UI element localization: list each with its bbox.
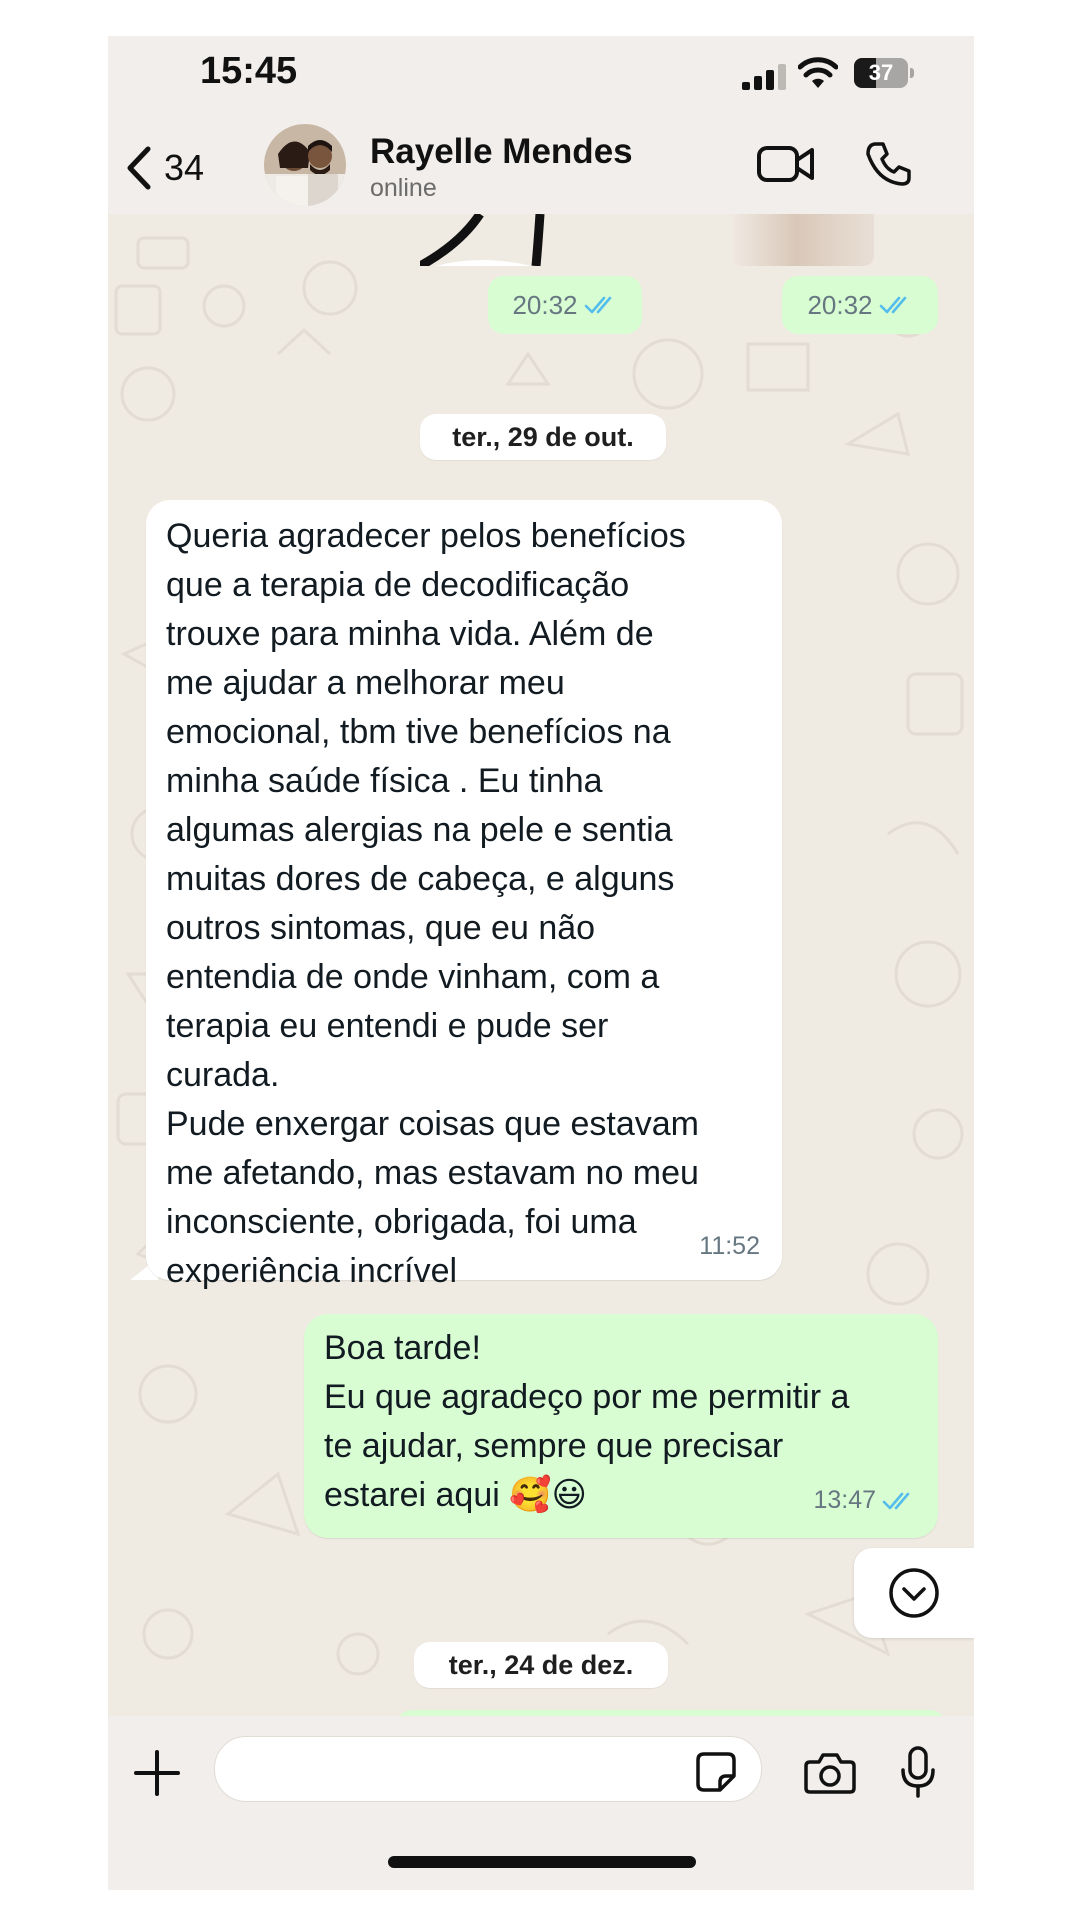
shared-image[interactable] — [420, 214, 564, 266]
read-ticks-icon — [879, 296, 906, 314]
sticker-icon[interactable] — [696, 1752, 736, 1792]
video-camera-icon[interactable] — [756, 142, 816, 186]
read-ticks-icon — [882, 1492, 910, 1509]
timestamp: 13:47 — [813, 1486, 876, 1514]
message-text: Queria agradecer pelos benefícios que a … — [166, 517, 699, 1290]
back-button[interactable]: 34 — [124, 140, 204, 196]
microphone-icon[interactable] — [900, 1746, 936, 1798]
message-time: 11:52 — [699, 1232, 760, 1261]
message-input-bar — [108, 1716, 974, 1890]
contact-name[interactable]: Rayelle Mendes — [370, 132, 633, 172]
message-time: 13:47 — [813, 1486, 916, 1515]
status-time: 15:45 — [200, 50, 298, 92]
timestamp: 11:52 — [699, 1232, 760, 1260]
date-separator: ter., 24 de dez. — [414, 1642, 668, 1688]
shared-image[interactable] — [732, 214, 874, 266]
timestamp: 20:32 — [512, 289, 578, 320]
timestamp: 20:32 — [807, 289, 873, 320]
media-timestamp: 20:32 — [488, 276, 642, 334]
contact-avatar[interactable] — [264, 124, 346, 206]
scroll-to-bottom-button[interactable] — [854, 1548, 974, 1638]
battery-icon: 37 — [854, 58, 916, 88]
date-separator: ter., 29 de out. — [420, 414, 666, 460]
chat-area[interactable]: 20:32 20:32 ter., 29 de out. Queria agra… — [108, 214, 974, 1716]
chevron-left-icon — [127, 146, 151, 190]
wifi-icon — [798, 57, 838, 88]
media-timestamp: 20:32 — [782, 276, 938, 334]
unread-count: 34 — [164, 147, 205, 188]
phone-icon[interactable] — [864, 140, 912, 188]
chat-header: 15:45 37 34 Rayelle Mendes online — [108, 36, 974, 214]
battery-level: 37 — [868, 60, 894, 85]
phone-screen: 15:45 37 34 Rayelle Mendes online 20:32 … — [108, 36, 974, 1890]
camera-icon[interactable] — [804, 1752, 856, 1794]
message-input[interactable] — [214, 1736, 762, 1802]
plus-icon[interactable] — [134, 1750, 180, 1796]
outgoing-message[interactable]: Boa tarde! Eu que agradeço por me permit… — [304, 1314, 938, 1538]
read-ticks-icon — [584, 296, 611, 314]
chevron-down-icon — [889, 1568, 939, 1618]
contact-status: online — [370, 174, 437, 202]
incoming-message[interactable]: Queria agradecer pelos benefícios que a … — [146, 500, 782, 1290]
signal-icon — [742, 64, 786, 90]
home-indicator[interactable] — [388, 1856, 696, 1868]
